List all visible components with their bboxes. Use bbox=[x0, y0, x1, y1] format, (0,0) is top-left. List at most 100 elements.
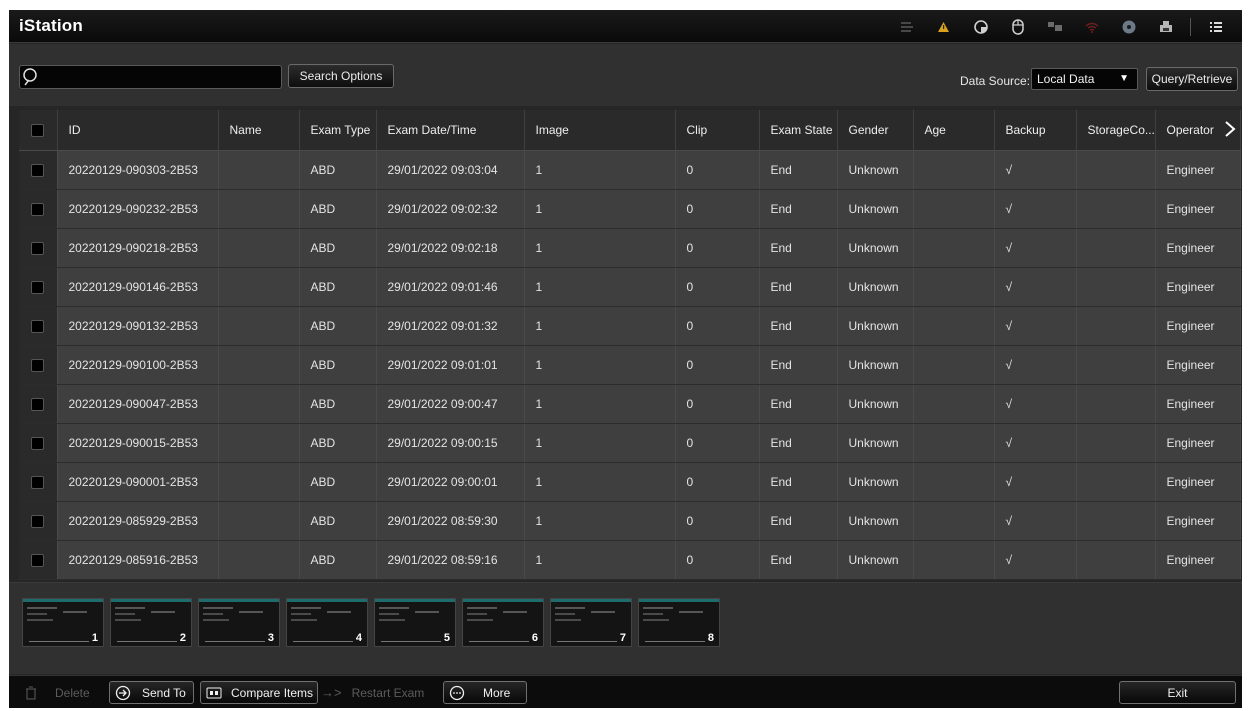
row-checkbox-cell[interactable] bbox=[19, 462, 58, 502]
row-checkbox[interactable] bbox=[31, 397, 45, 411]
cell-clip: 0 bbox=[675, 501, 760, 541]
dvd-icon[interactable] bbox=[1110, 10, 1147, 43]
row-checkbox[interactable] bbox=[31, 241, 45, 255]
table-row[interactable]: 20220129-090218-2B53 ABD 29/01/2022 09:02:… bbox=[19, 228, 1241, 268]
column-header-backup[interactable]: Backup bbox=[994, 110, 1077, 151]
row-checkbox[interactable] bbox=[31, 358, 45, 372]
cell-storage bbox=[1076, 462, 1156, 502]
image-thumbnail[interactable]: 6 bbox=[462, 598, 544, 647]
cell-id: 20220129-090047-2B53 bbox=[57, 384, 219, 424]
image-thumbnail[interactable]: 3 bbox=[198, 598, 280, 647]
compare-icon bbox=[206, 687, 222, 698]
cell-exam-state: End bbox=[759, 228, 838, 268]
delete-button[interactable]: Delete bbox=[25, 681, 90, 704]
cell-exam-datetime: 29/01/2022 09:00:47 bbox=[376, 384, 525, 424]
cell-id: 20220129-090303-2B53 bbox=[57, 150, 219, 190]
send-to-button[interactable]: Send To bbox=[109, 681, 194, 704]
cell-id: 20220129-090001-2B53 bbox=[57, 462, 219, 502]
thumbnail-number: 8 bbox=[707, 632, 714, 644]
table-row[interactable]: 20220129-085929-2B53 ABD 29/01/2022 08:59:… bbox=[19, 501, 1241, 541]
storage-icon[interactable] bbox=[1036, 10, 1073, 43]
search-input[interactable] bbox=[44, 68, 276, 86]
cell-backup: √ bbox=[994, 423, 1077, 463]
row-checkbox[interactable] bbox=[31, 319, 45, 333]
row-checkbox[interactable] bbox=[31, 436, 45, 450]
table-row[interactable]: 20220129-090047-2B53 ABD 29/01/2022 09:00:… bbox=[19, 384, 1241, 424]
list-icon[interactable] bbox=[888, 10, 925, 43]
table-row[interactable]: 20220129-090001-2B53 ABD 29/01/2022 09:00:… bbox=[19, 462, 1241, 502]
column-header-storage[interactable]: StorageCo... bbox=[1076, 110, 1156, 151]
cell-operator: Engineer bbox=[1155, 228, 1241, 268]
column-header-name[interactable]: Name bbox=[218, 110, 300, 151]
wifi-icon[interactable] bbox=[1073, 10, 1110, 43]
warning-icon[interactable] bbox=[925, 10, 962, 43]
table-row[interactable]: 20220129-090303-2B53 ABD 29/01/2022 09:03:… bbox=[19, 150, 1241, 190]
row-checkbox[interactable] bbox=[31, 553, 45, 567]
row-checkbox-cell[interactable] bbox=[19, 384, 58, 424]
cell-gender: Unknown bbox=[837, 423, 914, 463]
column-header-gender[interactable]: Gender bbox=[837, 110, 914, 151]
select-all-checkbox[interactable] bbox=[31, 123, 45, 137]
exit-button[interactable]: Exit bbox=[1119, 681, 1236, 704]
column-header-exam-state[interactable]: Exam State bbox=[759, 110, 838, 151]
table-row[interactable]: 20220129-090015-2B53 ABD 29/01/2022 09:00:… bbox=[19, 423, 1241, 463]
compare-items-button[interactable]: Compare Items bbox=[200, 681, 318, 704]
image-thumbnail[interactable]: 2 bbox=[110, 598, 192, 647]
cell-storage bbox=[1076, 384, 1156, 424]
cell-gender: Unknown bbox=[837, 345, 914, 385]
column-header-exam-type[interactable]: Exam Type bbox=[299, 110, 377, 151]
column-header-id[interactable]: ID bbox=[57, 110, 219, 151]
column-header-exam-datetime[interactable]: Exam Date/Time bbox=[376, 110, 525, 151]
image-thumbnail[interactable]: 7 bbox=[550, 598, 632, 647]
table-row[interactable]: 20220129-090146-2B53 ABD 29/01/2022 09:01:… bbox=[19, 267, 1241, 307]
row-checkbox[interactable] bbox=[31, 163, 45, 177]
row-checkbox-cell[interactable] bbox=[19, 423, 58, 463]
query-retrieve-button[interactable]: Query/Retrieve bbox=[1146, 67, 1238, 91]
data-source-select[interactable]: Local Data ▼ bbox=[1031, 68, 1138, 90]
search-field[interactable] bbox=[19, 65, 282, 89]
image-thumbnail[interactable]: 5 bbox=[374, 598, 456, 647]
row-checkbox-cell[interactable] bbox=[19, 501, 58, 541]
table-row[interactable]: 20220129-090232-2B53 ABD 29/01/2022 09:02:… bbox=[19, 189, 1241, 229]
cell-id: 20220129-090218-2B53 bbox=[57, 228, 219, 268]
row-checkbox-cell[interactable] bbox=[19, 345, 58, 385]
column-header-image[interactable]: Image bbox=[524, 110, 676, 151]
cell-clip: 0 bbox=[675, 150, 760, 190]
cell-backup: √ bbox=[994, 345, 1077, 385]
title-bar: iStation bbox=[9, 10, 1242, 43]
scroll-right-icon[interactable] bbox=[1224, 120, 1236, 141]
cell-exam-datetime: 29/01/2022 09:00:01 bbox=[376, 462, 525, 502]
column-header-operator[interactable]: Operator bbox=[1155, 110, 1241, 151]
row-checkbox-cell[interactable] bbox=[19, 306, 58, 346]
cell-exam-type: ABD bbox=[299, 228, 377, 268]
row-checkbox-cell[interactable] bbox=[19, 540, 58, 580]
cell-image: 1 bbox=[524, 189, 676, 229]
mouse-icon[interactable] bbox=[999, 10, 1036, 43]
search-options-button[interactable]: Search Options bbox=[288, 64, 394, 88]
table-row[interactable]: 20220129-090132-2B53 ABD 29/01/2022 09:01:… bbox=[19, 306, 1241, 346]
row-checkbox-cell[interactable] bbox=[19, 189, 58, 229]
row-checkbox[interactable] bbox=[31, 514, 45, 528]
row-checkbox[interactable] bbox=[31, 202, 45, 216]
column-header-age[interactable]: Age bbox=[913, 110, 995, 151]
menu-icon[interactable] bbox=[1197, 10, 1234, 43]
row-checkbox-cell[interactable] bbox=[19, 150, 58, 190]
image-thumbnail[interactable]: 4 bbox=[286, 598, 368, 647]
cell-operator: Engineer bbox=[1155, 501, 1241, 541]
column-header-clip[interactable]: Clip bbox=[675, 110, 760, 151]
istation-screen: iStation Search Options Data Source: Loc… bbox=[9, 10, 1242, 708]
cell-exam-state: End bbox=[759, 501, 838, 541]
select-all-checkbox-cell[interactable] bbox=[19, 110, 58, 151]
table-row[interactable]: 20220129-085916-2B53 ABD 29/01/2022 08:59:… bbox=[19, 540, 1241, 580]
row-checkbox-cell[interactable] bbox=[19, 267, 58, 307]
row-checkbox[interactable] bbox=[31, 280, 45, 294]
image-thumbnail[interactable]: 8 bbox=[638, 598, 720, 647]
network-icon[interactable] bbox=[962, 10, 999, 43]
table-row[interactable]: 20220129-090100-2B53 ABD 29/01/2022 09:01:… bbox=[19, 345, 1241, 385]
image-thumbnail[interactable]: 1 bbox=[22, 598, 104, 647]
row-checkbox[interactable] bbox=[31, 475, 45, 489]
row-checkbox-cell[interactable] bbox=[19, 228, 58, 268]
printer-icon[interactable] bbox=[1147, 10, 1184, 43]
more-button[interactable]: More bbox=[443, 681, 527, 704]
restart-exam-button[interactable]: →> Restart Exam bbox=[321, 681, 424, 704]
